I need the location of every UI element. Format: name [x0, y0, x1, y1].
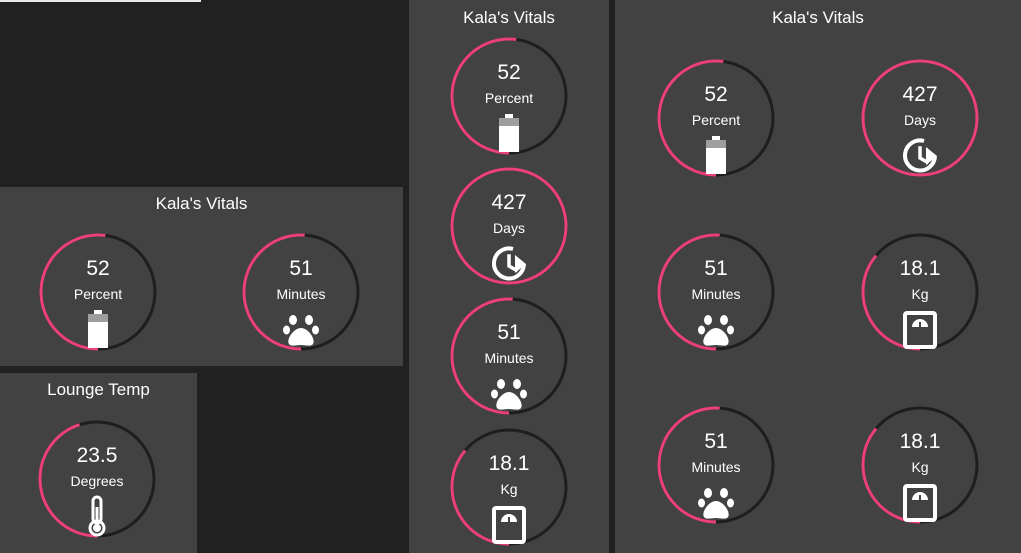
history-icon — [491, 242, 527, 284]
card-title: Kala's Vitals — [772, 8, 864, 27]
paw-icon — [283, 308, 319, 350]
gauge-unit: Percent — [691, 112, 741, 128]
gauge-minutes[interactable]: 51 Minutes — [447, 294, 571, 418]
top-divider — [0, 0, 201, 2]
gauge-value: 51 — [704, 430, 728, 453]
gauge-temperature[interactable]: 23.5 Degrees — [35, 417, 159, 541]
battery-icon — [80, 308, 116, 350]
gauge-unit: Percent — [73, 286, 123, 302]
gauge-unit: Kg — [500, 481, 518, 497]
gauge-unit: Kg — [911, 459, 929, 475]
history-icon — [902, 134, 938, 176]
battery-icon — [491, 112, 527, 154]
gauge-minutes[interactable]: 51 Minutes — [654, 403, 778, 527]
paw-icon — [698, 481, 734, 523]
gauge-unit: Days — [493, 220, 525, 236]
gauge-weight[interactable]: 18.1 Kg — [858, 403, 982, 527]
gauge-minutes[interactable]: 51 Minutes — [239, 230, 363, 354]
card-title: Kala's Vitals — [463, 8, 555, 27]
gauge-value: 18.1 — [488, 452, 530, 475]
gauge-days[interactable]: 427 Days — [858, 56, 982, 180]
scale-icon — [902, 308, 938, 350]
gauge-unit: Minutes — [691, 459, 741, 475]
gauge-battery[interactable]: 52 Percent — [447, 34, 571, 158]
vitals-card-grid[interactable]: Kala's Vitals 52 Percent 427 Days 51 Minute… — [615, 0, 1021, 553]
gauge-battery[interactable]: 52 Percent — [654, 56, 778, 180]
gauge-value: 51 — [497, 321, 521, 344]
card-title: Lounge Temp — [47, 380, 150, 399]
gauge-value: 427 — [491, 191, 527, 214]
gauge-unit: Days — [904, 112, 936, 128]
lounge-temp-card[interactable]: Lounge Temp 23.5 Degrees — [0, 373, 197, 553]
gauge-battery[interactable]: 52 Percent — [36, 230, 160, 354]
gauge-unit: Minutes — [276, 286, 326, 302]
vitals-card-small[interactable]: Kala's Vitals 52 Percent 51 Minutes — [0, 187, 403, 366]
gauge-value: 18.1 — [899, 257, 941, 280]
gauge-value: 18.1 — [899, 430, 941, 453]
gauge-days[interactable]: 427 Days — [447, 164, 571, 288]
gauge-unit: Minutes — [691, 286, 741, 302]
scale-icon — [902, 481, 938, 523]
battery-icon — [698, 134, 734, 176]
paw-icon — [698, 308, 734, 350]
thermometer-icon — [79, 495, 115, 537]
gauge-unit: Minutes — [484, 350, 534, 366]
gauge-value: 51 — [704, 257, 728, 280]
gauge-value: 52 — [86, 257, 110, 280]
gauge-minutes[interactable]: 51 Minutes — [654, 230, 778, 354]
gauge-value: 52 — [704, 83, 728, 106]
gauge-weight[interactable]: 18.1 Kg — [858, 230, 982, 354]
gauge-unit: Kg — [911, 286, 929, 302]
gauge-unit: Degrees — [70, 473, 124, 489]
gauge-value: 23.5 — [76, 444, 118, 467]
gauge-value: 427 — [902, 83, 938, 106]
gauge-value: 51 — [289, 257, 313, 280]
vitals-card-column[interactable]: Kala's Vitals 52 Percent 427 Days 51 Minute… — [409, 0, 609, 553]
paw-icon — [491, 372, 527, 414]
gauge-value: 52 — [497, 61, 521, 84]
gauge-weight[interactable]: 18.1 Kg — [447, 425, 571, 549]
scale-icon — [491, 503, 527, 545]
card-title: Kala's Vitals — [155, 194, 248, 213]
gauge-unit: Percent — [484, 90, 534, 106]
